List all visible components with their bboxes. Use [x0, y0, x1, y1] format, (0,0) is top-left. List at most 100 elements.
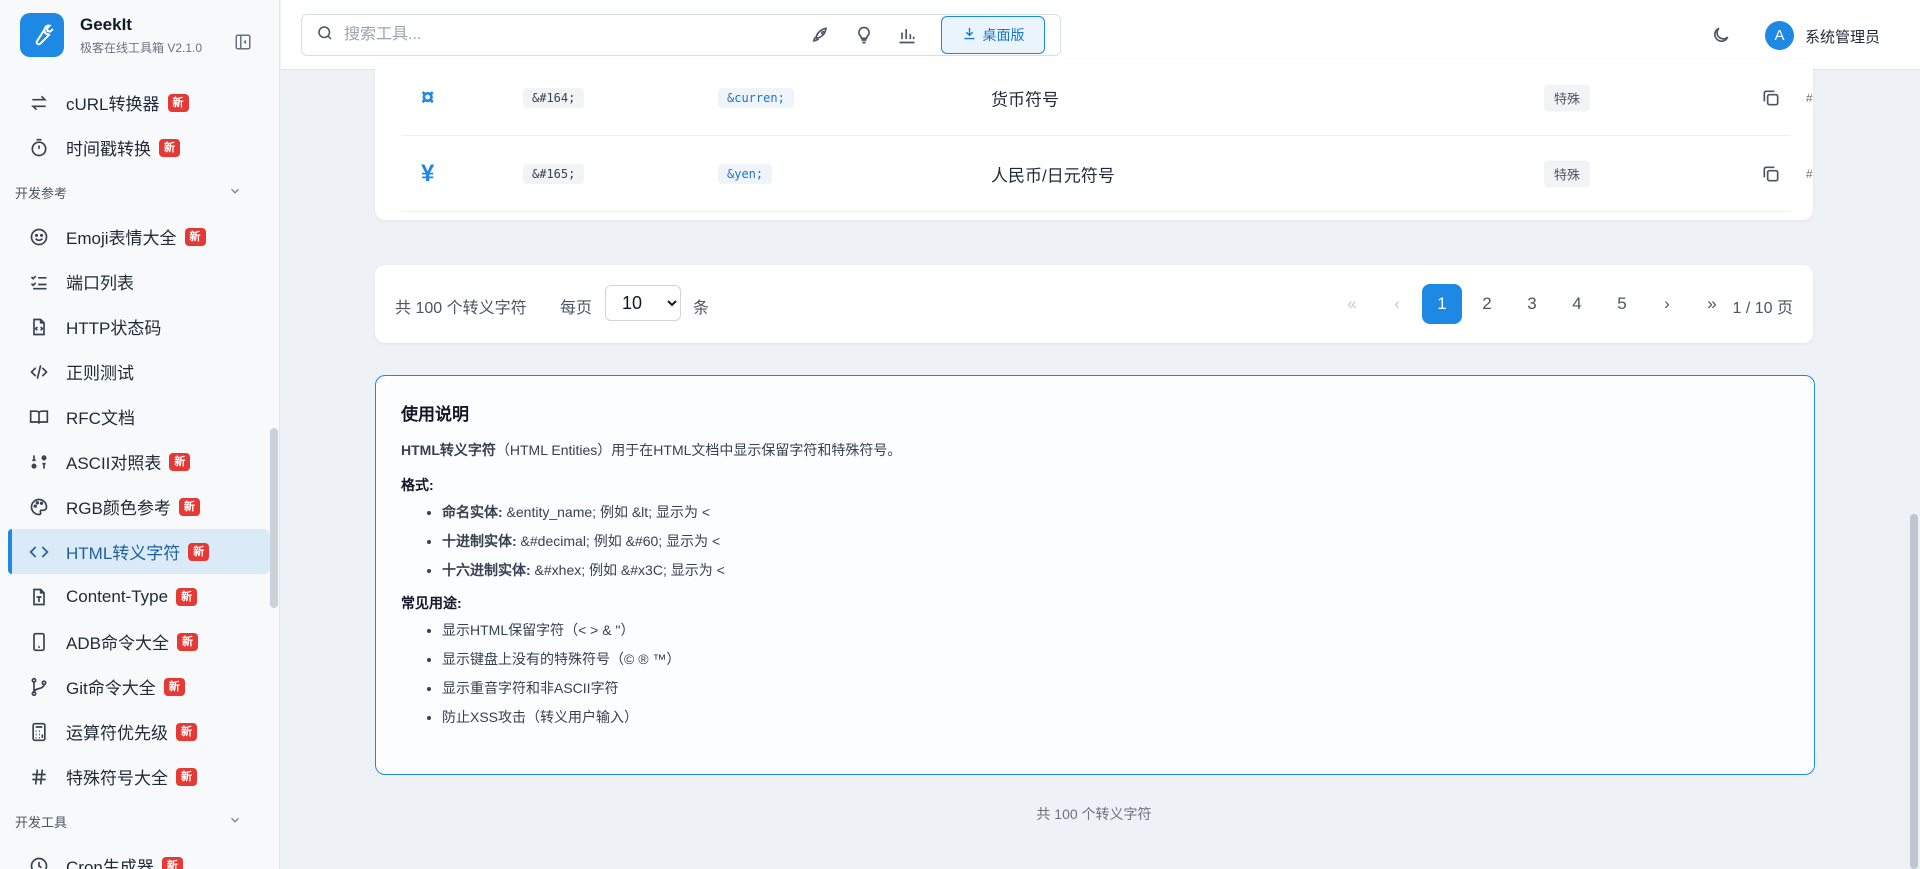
- new-badge: 新: [176, 722, 197, 741]
- search-input[interactable]: [344, 26, 644, 44]
- entity-char: ¤: [421, 83, 435, 111]
- sidebar-item-label: RGB颜色参考: [66, 499, 171, 518]
- page-info: 1 / 10 页: [1732, 300, 1793, 317]
- format-list: 命名实体: &entity_name; 例如 &lt; 显示为 < 十进制实体:…: [442, 503, 1789, 579]
- sidebar-item-git[interactable]: Git命令大全 新: [0, 664, 270, 709]
- entity-link[interactable]: #: [1806, 167, 1813, 181]
- sidebar-scrollbar[interactable]: [270, 428, 278, 608]
- desktop-version-button[interactable]: 桌面版: [941, 16, 1045, 54]
- copy-icon[interactable]: [1761, 164, 1781, 184]
- clock-icon: [28, 855, 50, 869]
- page-button-2[interactable]: 2: [1467, 284, 1507, 324]
- sidebar-item-label: 特殊符号大全: [66, 769, 168, 788]
- page-button-1[interactable]: 1: [1422, 284, 1462, 324]
- page-scrollbar[interactable]: [1910, 514, 1918, 869]
- sidebar-item-operators[interactable]: 运算符优先级 新: [0, 709, 270, 754]
- sidebar-item-emoji[interactable]: Emoji表情大全 新: [0, 214, 270, 259]
- new-badge: 新: [169, 452, 191, 471]
- wrench-logo-icon[interactable]: [20, 13, 64, 57]
- list-item: 命名实体: &entity_name; 例如 &lt; 显示为 <: [442, 503, 1789, 521]
- user-name[interactable]: 系统管理员: [1805, 26, 1880, 47]
- hash-icon: [28, 766, 50, 788]
- sidebar-item-ascii[interactable]: ASCII对照表 新: [0, 439, 270, 484]
- sidebar-collapse-icon[interactable]: [234, 33, 254, 53]
- sidebar-item-label: HTTP状态码: [66, 319, 162, 338]
- sidebar-item-label: ADB命令大全: [66, 634, 169, 653]
- page-button-5[interactable]: 5: [1602, 284, 1642, 324]
- entity-description: 人民币/日元符号: [991, 166, 1115, 185]
- sidebar-item-label: HTML转义字符: [66, 544, 181, 563]
- sidebar-item-curl[interactable]: cURL转换器 新: [0, 80, 270, 125]
- moon-icon[interactable]: [1709, 23, 1733, 47]
- lightbulb-icon[interactable]: [852, 23, 876, 47]
- per-page-select[interactable]: 10: [605, 285, 681, 321]
- footer-total: 共 100 个转义字符: [1036, 806, 1152, 822]
- avatar[interactable]: A: [1765, 21, 1794, 50]
- page-button-3[interactable]: 3: [1512, 284, 1552, 324]
- sidebar-item-label: Cron生成器: [66, 858, 154, 869]
- palette-icon: [28, 496, 50, 518]
- search-icon: [316, 24, 334, 47]
- usage-heading: 常见用途:: [401, 595, 462, 611]
- last-page-button[interactable]: »: [1692, 284, 1732, 324]
- sidebar-item-cron[interactable]: Cron生成器 新: [0, 843, 270, 869]
- new-badge: 新: [188, 542, 210, 561]
- sidebar-item-adb[interactable]: ADB命令大全 新: [0, 619, 270, 664]
- section-label: 开发参考: [15, 185, 68, 201]
- new-badge: 新: [161, 856, 183, 869]
- entity-named[interactable]: &curren;: [718, 87, 794, 108]
- usage-intro: HTML转义字符（HTML Entities）用于在HTML文档中显示保留字符和…: [401, 442, 902, 458]
- usage-title: 使用说明: [401, 405, 469, 424]
- entity-named[interactable]: &yen;: [718, 163, 773, 184]
- sidebar-item-content-type[interactable]: Content-Type 新: [0, 574, 270, 619]
- sidebar-item-regex[interactable]: 正则测试: [0, 349, 270, 394]
- code-slash-icon: [28, 361, 50, 383]
- table-row: ¤ &#164; &curren; 货币符号 特殊 #: [401, 60, 1813, 136]
- next-page-button[interactable]: ›: [1647, 284, 1687, 324]
- sidebar-item-rgb[interactable]: RGB颜色参考 新: [0, 484, 270, 529]
- sidebar-nav: cURL转换器 新 时间戳转换 新 开发参考 Emoji表情大全 新 端口列表 …: [0, 80, 270, 869]
- entity-link[interactable]: #: [1806, 91, 1813, 105]
- brand-name: GeekIt: [80, 14, 132, 34]
- git-branch-icon: [28, 676, 50, 698]
- new-badge: 新: [184, 227, 206, 246]
- sidebar-item-special-symbols[interactable]: 特殊符号大全 新: [0, 754, 270, 799]
- sidebar-item-label: 运算符优先级: [66, 724, 168, 743]
- table-row: ¥ &#165; &yen; 人民币/日元符号 特殊 #: [401, 136, 1813, 212]
- entity-decimal[interactable]: &#164;: [523, 87, 585, 108]
- new-badge: 新: [176, 767, 197, 786]
- first-page-button[interactable]: «: [1332, 284, 1372, 324]
- sidebar-item-ports[interactable]: 端口列表: [0, 259, 270, 304]
- usage-notes: 使用说明 HTML转义字符（HTML Entities）用于在HTML文档中显示…: [375, 375, 1815, 775]
- new-badge: 新: [176, 587, 198, 606]
- per-page-label: 每页: [560, 300, 593, 317]
- sidebar-item-label: RFC文档: [66, 409, 135, 428]
- list-item: 十六进制实体: &#xhex; 例如 &#x3C; 显示为 <: [442, 561, 1789, 579]
- phone-icon: [28, 631, 50, 653]
- sidebar-item-label: 时间戳转换: [66, 140, 151, 159]
- sidebar-item-timestamp[interactable]: 时间戳转换 新: [0, 125, 270, 170]
- sidebar-item-html-entities[interactable]: HTML转义字符 新: [8, 529, 270, 574]
- entity-decimal[interactable]: &#165;: [523, 163, 585, 184]
- code-brackets-icon: [28, 541, 50, 563]
- section-dev-reference[interactable]: 开发参考: [0, 170, 270, 214]
- sidebar-item-rfc[interactable]: RFC文档: [0, 394, 270, 439]
- rocket-icon[interactable]: [809, 23, 833, 47]
- entity-char: ¥: [421, 159, 435, 187]
- book-icon: [28, 406, 50, 428]
- usage-list: 显示HTML保留字符（< > & "） 显示键盘上没有的特殊符号（© ® ™） …: [442, 621, 1789, 726]
- copy-icon[interactable]: [1761, 88, 1781, 108]
- new-badge: 新: [163, 677, 185, 696]
- timer-icon: [28, 137, 50, 159]
- desktop-version-label: 桌面版: [982, 27, 1025, 43]
- sidebar-item-label: Content-Type: [66, 586, 169, 606]
- sidebar: cURL转换器 新 时间戳转换 新 开发参考 Emoji表情大全 新 端口列表 …: [0, 0, 280, 869]
- pagination-total: 共 100 个转义字符: [395, 300, 527, 317]
- prev-page-button[interactable]: ‹: [1377, 284, 1417, 324]
- page-button-4[interactable]: 4: [1557, 284, 1597, 324]
- pagination: 共 100 个转义字符 每页 10 条 « ‹ 1 2 3 4 5 › » 1 …: [375, 265, 1813, 343]
- version-label: V2.1.0: [167, 40, 203, 55]
- section-dev-tools[interactable]: 开发工具: [0, 799, 270, 843]
- bar-chart-icon[interactable]: [895, 23, 919, 47]
- sidebar-item-http-status[interactable]: HTTP状态码: [0, 304, 270, 349]
